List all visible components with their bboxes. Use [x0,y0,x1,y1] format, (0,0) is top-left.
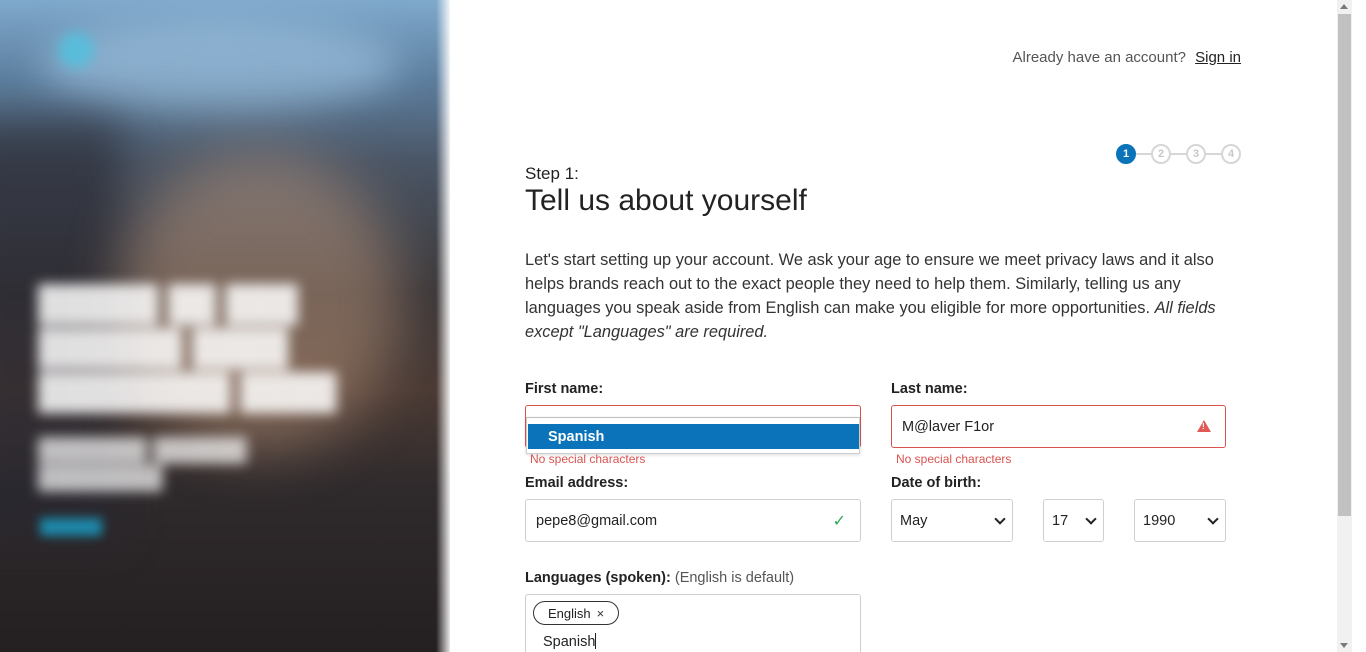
last-name-value: M@laver F1or [902,418,995,435]
step-label: Step 1: [525,164,579,183]
dob-month-select[interactable]: May [891,499,1013,542]
signin-link[interactable]: Sign in [1195,49,1241,66]
hero-image: █████ ██ ███ ██████ ████ ████████ ████ ███… [0,0,450,652]
hero-sky [40,20,400,110]
chevron-down-icon [994,512,1006,525]
logo-icon [58,32,94,68]
step-connector [1171,153,1186,155]
chevron-down-icon [1085,512,1097,525]
step-4-indicator: 4 [1221,144,1241,164]
first-name-label: First name: [525,381,604,397]
dob-label: Date of birth: [891,475,982,491]
step-connector [1206,153,1221,155]
check-icon: ✓ [832,513,846,530]
language-chip-label: English [548,605,591,621]
email-field[interactable]: pepe8@gmail.com ✓ [525,499,861,542]
scrollbar-thumb[interactable] [1338,14,1351,516]
intro-text: Let's start setting up your account. We … [525,248,1245,344]
autocomplete-option[interactable]: Spanish [528,424,859,449]
email-label: Email address: [525,475,629,491]
email-value: pepe8@gmail.com [536,512,658,529]
hero-headline-blurred: █████ ██ ███ ██████ ████ ████████ ████ [38,285,337,411]
step-connector [1136,153,1151,155]
page-title: Tell us about yourself [525,184,807,217]
hero-link-blurred [40,518,102,536]
intro-body: Let's start setting up your account. We … [525,251,1214,317]
last-name-error: No special characters [896,452,1012,466]
last-name-label: Last name: [891,381,968,397]
signin-row: Already have an account? Sign in [1013,49,1242,66]
languages-text-input[interactable]: Spanish [543,633,597,650]
languages-label-text: Languages (spoken): [525,570,671,586]
text-caret [595,633,597,649]
first-name-error: No special characters [530,452,646,466]
warning-icon: ! [1197,420,1211,432]
signin-prompt: Already have an account? [1012,49,1186,66]
dob-year-select[interactable]: 1990 [1134,499,1226,542]
last-name-input[interactable]: M@laver F1or ! [891,405,1226,448]
step-1-indicator: 1 [1116,144,1136,164]
dob-month-value: May [900,512,928,529]
hero-fade [436,0,450,652]
step-3-indicator: 3 [1186,144,1206,164]
languages-input-value: Spanish [543,634,596,650]
language-chip: English × [533,601,620,625]
scroll-down-icon[interactable] [1340,643,1348,648]
close-icon[interactable]: × [597,606,605,621]
chevron-down-icon [1207,512,1219,525]
dob-year-value: 1990 [1143,512,1176,529]
step-2-indicator: 2 [1151,144,1171,164]
scroll-up-icon[interactable] [1340,4,1348,9]
dob-day-select[interactable]: 17 [1043,499,1104,542]
languages-input-box[interactable]: English × Spanish [525,594,861,652]
hero-subtext-blurred: ███████ ██████ ████████ [38,437,247,490]
page-scrollbar[interactable] [1337,0,1352,652]
autocomplete-dropdown: Spanish [526,417,860,454]
page-edge [1352,0,1366,652]
progress-stepper: 1 2 3 4 [1116,144,1241,164]
languages-hint: (English is default) [674,570,795,586]
dob-day-value: 17 [1052,512,1069,529]
languages-label: Languages (spoken): (English is default) [525,570,794,586]
